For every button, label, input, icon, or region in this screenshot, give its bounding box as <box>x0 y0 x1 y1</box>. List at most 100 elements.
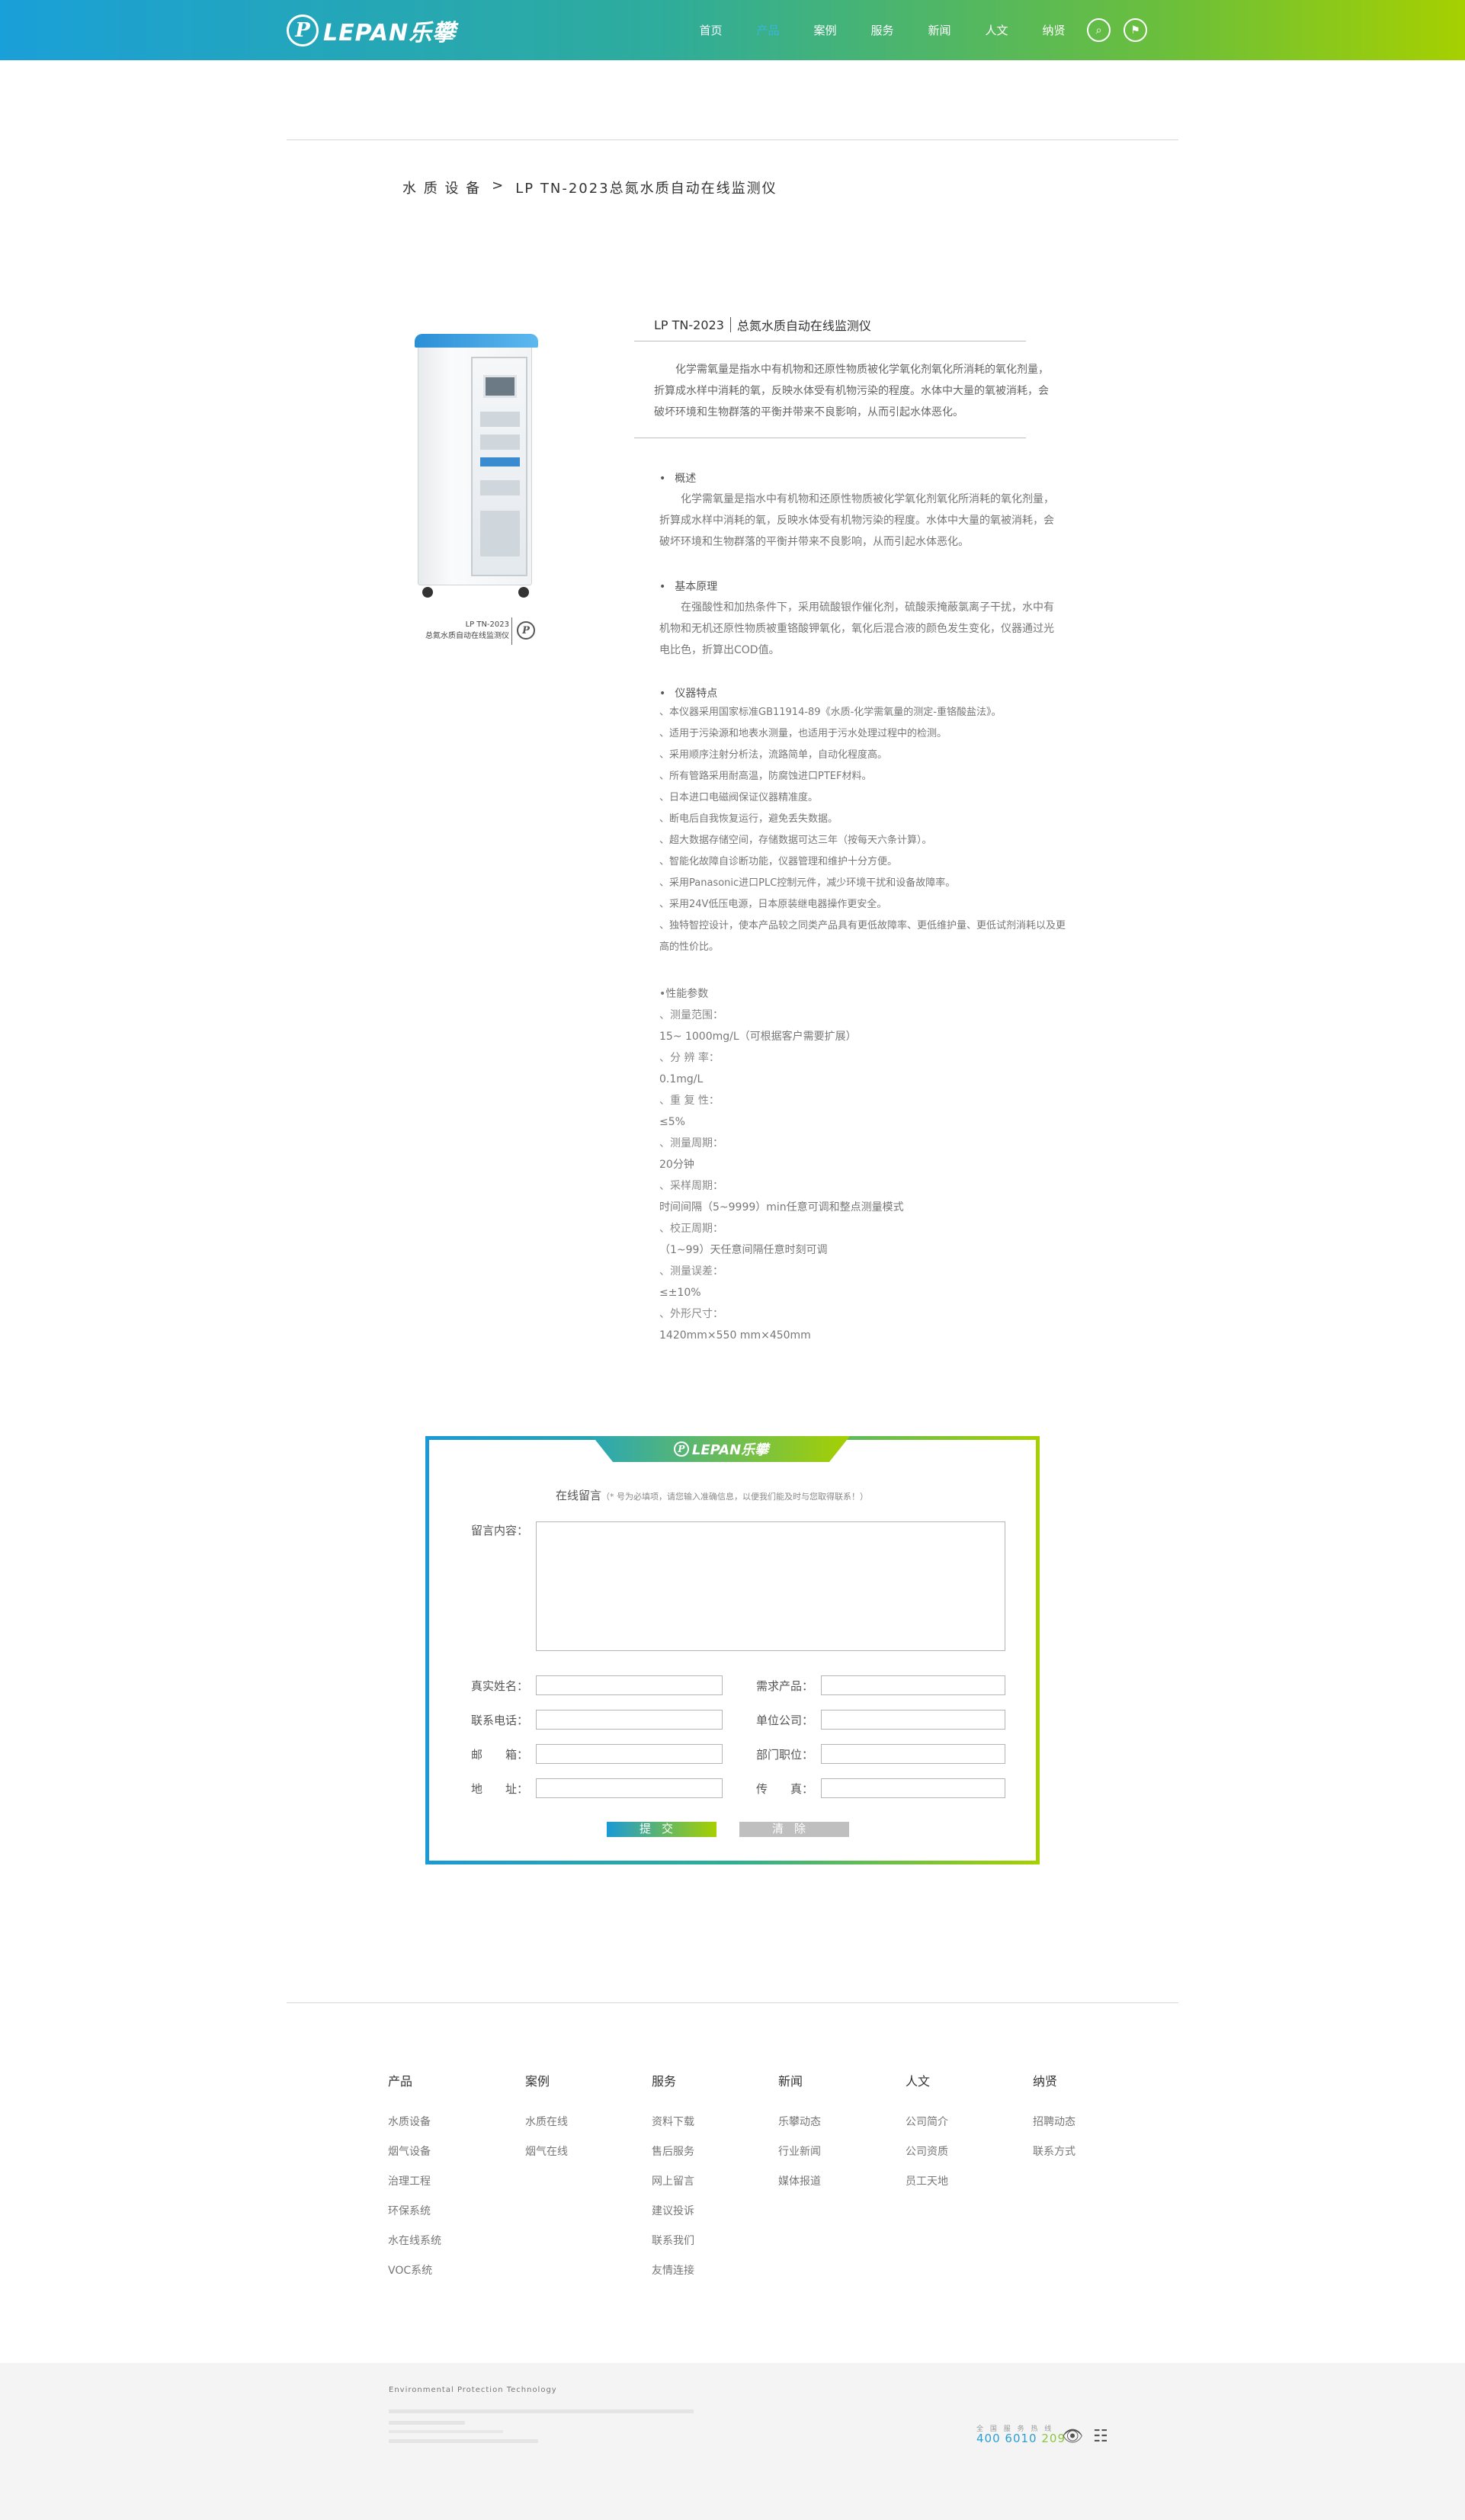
email-input[interactable] <box>536 1744 723 1764</box>
feature-item: 、日本进口电磁阀保证仪器精准度。 <box>659 792 819 803</box>
hotline-part: 400 <box>976 2432 1001 2445</box>
feature-item: 、独特智控设计，使本产品较之同类产品具有更低故障率、更低维护量、更低试剂消耗以及… <box>659 920 1066 953</box>
footer-text-line <box>389 2439 538 2443</box>
name-label: 真实姓名： <box>471 1679 529 1693</box>
nav-item-0[interactable]: 首页 <box>682 22 739 38</box>
spec-value: 时间间隔（5~9999）min任意可调和整点测量模式 <box>659 1201 904 1214</box>
footer-link[interactable]: 环保系统 <box>388 2203 441 2233</box>
hotline-part: 6010 <box>1000 2432 1037 2445</box>
spec-label: 、校正周期： <box>659 1223 723 1235</box>
footer-link[interactable]: 行业新闻 <box>778 2143 821 2173</box>
footer-link[interactable]: 水质在线 <box>525 2114 568 2143</box>
company-label: 单位公司： <box>756 1714 814 1727</box>
clear-button[interactable]: 清除 <box>739 1822 849 1837</box>
nav-item-4[interactable]: 新闻 <box>911 22 968 38</box>
footer-link[interactable]: 水质设备 <box>388 2114 441 2143</box>
footer-col: 产品 水质设备 烟气设备 治理工程 环保系统 水在线系统 VOC系统 <box>388 2071 441 2292</box>
department-input[interactable] <box>821 1744 1005 1764</box>
footer-col-title[interactable]: 产品 <box>388 2071 441 2114</box>
nav-item-5[interactable]: 人文 <box>968 22 1025 38</box>
footer-link[interactable]: 乐攀动态 <box>778 2114 821 2143</box>
spec-value: 1420mm×550 mm×450mm <box>659 1329 811 1342</box>
department-label: 部门职位： <box>756 1748 814 1762</box>
content-label: 留言内容： <box>471 1524 529 1537</box>
spec-value: ≤5% <box>659 1116 685 1128</box>
logo-mark: P <box>287 14 319 46</box>
name-input[interactable] <box>536 1675 723 1695</box>
weibo-icon[interactable]: 👁 <box>1062 2429 1083 2445</box>
spec-value: 15~ 1000mg/L（可根据客户需要扩展） <box>659 1031 857 1043</box>
submit-button[interactable]: 提交 <box>607 1822 716 1837</box>
footer-link[interactable]: 水在线系统 <box>388 2233 441 2262</box>
specs-list: •性能参数 、测量范围： 15~ 1000mg/L（可根据客户需要扩展） 、分 辨 … <box>659 983 904 1346</box>
product-name: 总氮水质自动在线监测仪 <box>736 319 871 333</box>
footer-link[interactable]: 公司资质 <box>906 2143 948 2173</box>
spec-label: 、分 辨 率： <box>659 1052 720 1064</box>
footer-link[interactable]: 联系方式 <box>1033 2143 1076 2173</box>
product-image-caption: LP TN-2023 总氮水质自动在线监测仪 <box>425 620 509 640</box>
company-input[interactable] <box>821 1710 1005 1730</box>
phone-input[interactable] <box>536 1710 723 1730</box>
footer-col: 服务 资料下载 售后服务 网上留言 建议投诉 联系我们 友情连接 <box>652 2071 694 2292</box>
main-nav: 首页 产品 案例 服务 新闻 人文 纳贤 <box>682 0 1082 60</box>
spec-label: 、测量周期： <box>659 1137 723 1149</box>
breadcrumb-separator: > <box>492 178 505 194</box>
footer-link[interactable]: 媒体报道 <box>778 2173 821 2203</box>
footer-col-title[interactable]: 人文 <box>906 2071 948 2114</box>
footer-col-title[interactable]: 纳贤 <box>1033 2071 1076 2114</box>
product-input[interactable] <box>821 1675 1005 1695</box>
caption-logo-icon: P <box>517 621 535 640</box>
search-icon[interactable]: ⌕ <box>1087 18 1111 42</box>
footer-link[interactable]: 公司简介 <box>906 2114 948 2143</box>
footer-link[interactable]: 建议投诉 <box>652 2203 694 2233</box>
footer-link[interactable]: 烟气设备 <box>388 2143 441 2173</box>
footer-link[interactable]: 售后服务 <box>652 2143 694 2173</box>
footer-link[interactable]: 友情连接 <box>652 2262 694 2292</box>
site-footer <box>0 2363 1465 2520</box>
flag-icon[interactable]: ⚑ <box>1124 18 1147 42</box>
footer-text-line <box>389 2430 503 2433</box>
footer-link[interactable]: 员工天地 <box>906 2173 948 2203</box>
form-banner: P LEPAN乐攀 <box>592 1436 850 1462</box>
product-intro: 化学需氧量是指水中有机物和还原性物质被化学氧化剂氧化所消耗的氧化剂量，折算成水样… <box>654 364 1049 418</box>
wechat-icon[interactable]: ☷ <box>1093 2429 1114 2445</box>
site-header: P LEPAN乐攀 首页 产品 案例 服务 新闻 人文 纳贤 ⌕ ⚑ <box>0 0 1465 60</box>
footer-brand: Environmental Protection Technology <box>389 2386 557 2394</box>
specs-title: •性能参数 <box>659 988 709 1000</box>
footer-link[interactable]: 网上留言 <box>652 2173 694 2203</box>
nav-item-2[interactable]: 案例 <box>797 22 854 38</box>
footer-text-line <box>389 2421 465 2425</box>
footer-link[interactable]: 烟气在线 <box>525 2143 568 2173</box>
nav-item-6[interactable]: 纳贤 <box>1025 22 1082 38</box>
footer-col-title[interactable]: 新闻 <box>778 2071 821 2114</box>
spec-label: 、采样周期： <box>659 1180 723 1192</box>
footer-col-title[interactable]: 服务 <box>652 2071 694 2114</box>
overview-text: 化学需氧量是指水中有机物和还原性物质被化学氧化剂氧化所消耗的氧化剂量，折算成水样… <box>659 493 1054 548</box>
nav-item-1[interactable]: 产品 <box>739 22 797 38</box>
site-logo[interactable]: P LEPAN乐攀 <box>287 14 456 47</box>
divider-footer <box>287 2002 1178 2003</box>
banner-logo-icon: P <box>673 1441 689 1457</box>
footer-link[interactable]: 招聘动态 <box>1033 2114 1076 2143</box>
footer-link[interactable]: 治理工程 <box>388 2173 441 2203</box>
hotline-number: 400 6010 209 <box>976 2432 1066 2445</box>
breadcrumb-category[interactable]: 水 质 设 备 <box>402 178 481 197</box>
feature-item: 、断电后自我恢复运行，避免丢失数据。 <box>659 813 838 825</box>
footer-link[interactable]: VOC系统 <box>388 2262 441 2292</box>
feature-item: 、所有管路采用耐高温，防腐蚀进口PTEF材料。 <box>659 771 872 782</box>
spec-label: 、测量误差： <box>659 1265 723 1278</box>
form-note: （* 号为必填项，请您输入准确信息，以便我们能及时与您取得联系！） <box>601 1492 869 1502</box>
footer-col-title[interactable]: 案例 <box>525 2071 568 2114</box>
footer-link[interactable]: 联系我们 <box>652 2233 694 2262</box>
caption-divider <box>511 617 512 645</box>
principle-title: 基本原理 <box>659 579 717 594</box>
spec-value: （1~99）天任意间隔任意时刻可调 <box>659 1244 828 1256</box>
feature-item: 、采用24V低压电源，日本原装继电器操作更安全。 <box>659 899 887 910</box>
address-input[interactable] <box>536 1778 723 1798</box>
spec-label: 、重 复 性： <box>659 1095 720 1107</box>
fax-input[interactable] <box>821 1778 1005 1798</box>
logo-text: LEPAN乐攀 <box>323 20 457 46</box>
nav-item-3[interactable]: 服务 <box>854 22 911 38</box>
message-textarea[interactable] <box>536 1521 1005 1651</box>
footer-link[interactable]: 资料下载 <box>652 2114 694 2143</box>
